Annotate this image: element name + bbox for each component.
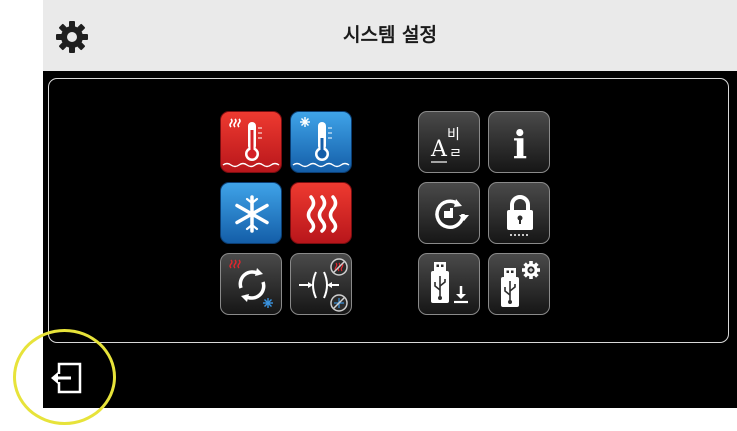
heating-mode-button[interactable] (290, 182, 352, 244)
cooling-temperature-button[interactable] (290, 111, 352, 173)
system-settings-screen: 시스템 설정 A 비 ㄹ i (43, 0, 737, 408)
information-button[interactable]: i (488, 111, 550, 173)
page-title: 시스템 설정 (342, 24, 437, 46)
deadband-icon (299, 258, 348, 312)
cooling-mode-button[interactable] (220, 182, 282, 244)
language-korean-glyph: 비 (447, 127, 460, 143)
gear-icon[interactable] (55, 20, 89, 54)
heat-waves-icon (306, 195, 338, 233)
information-icon: i (513, 122, 527, 167)
usb-download-button[interactable] (418, 253, 480, 315)
cooling-temperature-icon (292, 117, 350, 168)
header-bar: 시스템 설정 (43, 0, 737, 71)
language-icon: A 비 ㄹ (430, 127, 462, 163)
snowflake-icon (235, 195, 269, 233)
heating-temperature-icon (222, 118, 280, 168)
heating-temperature-button[interactable] (220, 111, 282, 173)
language-korean-glyph-2: ㄹ (449, 146, 462, 162)
usb-settings-icon (501, 261, 540, 307)
settings-panel: A 비 ㄹ i (48, 78, 729, 343)
info-glyph: i (513, 122, 527, 167)
factory-reset-icon (435, 199, 469, 229)
lock-icon (507, 195, 533, 236)
changeover-icon (229, 259, 273, 308)
factory-reset-button[interactable] (418, 182, 480, 244)
exit-icon[interactable] (49, 361, 83, 395)
usb-settings-button[interactable] (488, 253, 550, 315)
language-button[interactable]: A 비 ㄹ (418, 111, 480, 173)
usb-download-icon (431, 262, 468, 304)
deadband-button[interactable] (290, 253, 352, 315)
lock-button[interactable] (488, 182, 550, 244)
heat-cool-changeover-button[interactable] (220, 253, 282, 315)
language-latin-glyph: A (430, 137, 448, 162)
